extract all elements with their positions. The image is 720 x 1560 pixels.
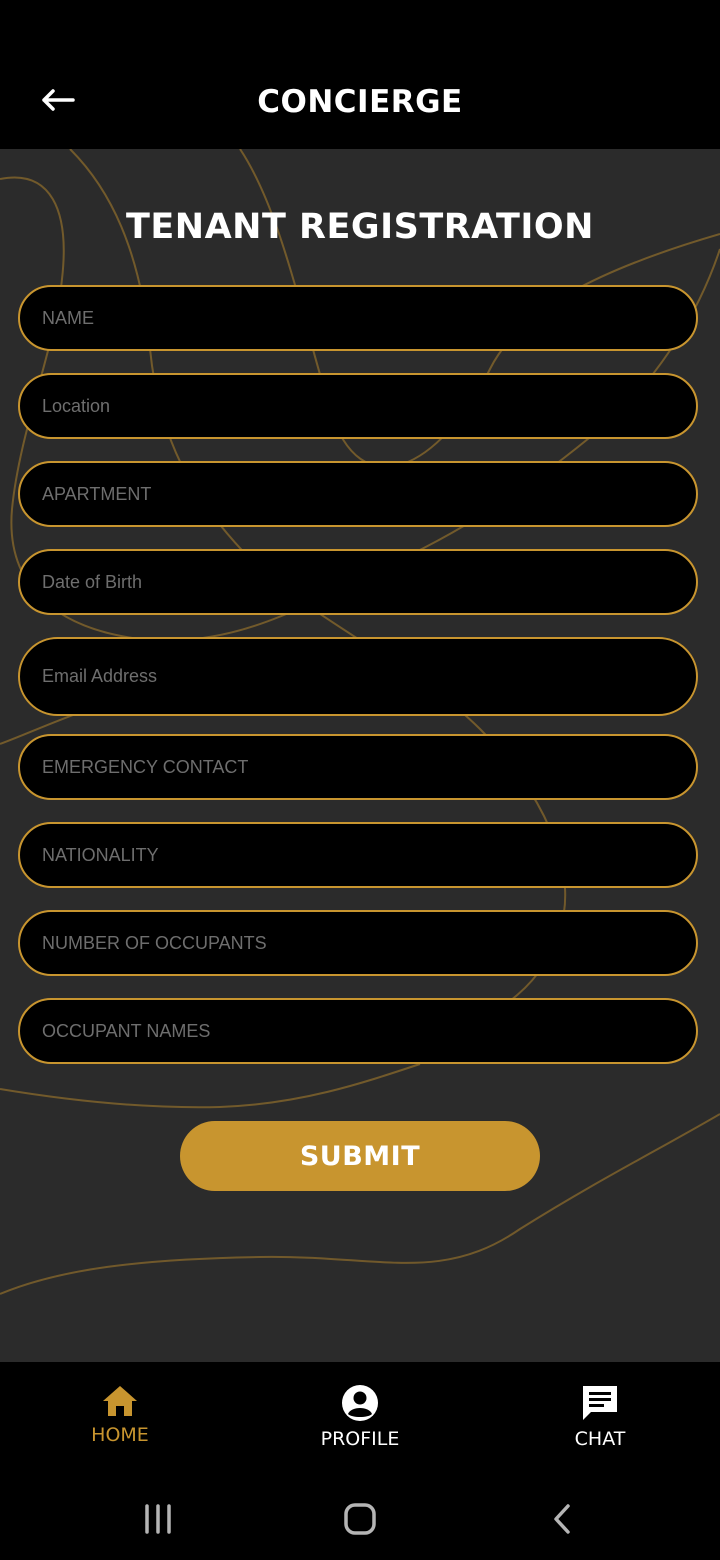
app-header: CONCIERGE xyxy=(0,0,720,149)
header-title: CONCIERGE xyxy=(257,84,463,120)
location-input[interactable] xyxy=(20,375,696,437)
email-input[interactable] xyxy=(20,639,696,714)
nav-label-chat: CHAT xyxy=(574,1428,626,1450)
back-chevron-icon xyxy=(554,1504,570,1534)
number-of-occupants-input[interactable] xyxy=(20,912,696,974)
nav-item-chat[interactable]: CHAT xyxy=(520,1384,680,1464)
home-icon xyxy=(103,1386,137,1416)
chat-icon xyxy=(583,1386,617,1420)
number-of-occupants-field[interactable] xyxy=(18,910,698,976)
apartment-input[interactable] xyxy=(20,463,696,525)
occupant-names-field[interactable] xyxy=(18,998,698,1064)
nav-label-home: HOME xyxy=(91,1424,149,1446)
location-field[interactable] xyxy=(18,373,698,439)
nav-item-home[interactable]: HOME xyxy=(40,1384,200,1464)
nationality-field[interactable] xyxy=(18,822,698,888)
bottom-nav: HOME PROFILE CHAT xyxy=(0,1362,720,1474)
date-of-birth-field[interactable] xyxy=(18,549,698,615)
apartment-field[interactable] xyxy=(18,461,698,527)
home-circle-icon xyxy=(344,1503,376,1535)
submit-button[interactable]: SUBMIT xyxy=(180,1121,540,1191)
emergency-contact-input[interactable] xyxy=(20,736,696,798)
home-circle-button[interactable] xyxy=(330,1496,390,1542)
nav-item-profile[interactable]: PROFILE xyxy=(280,1384,440,1464)
recent-apps-icon xyxy=(145,1504,171,1534)
name-input[interactable] xyxy=(20,287,696,349)
system-navigation-bar xyxy=(0,1474,720,1560)
recent-apps-button[interactable] xyxy=(128,1496,188,1542)
name-field[interactable] xyxy=(18,285,698,351)
profile-icon xyxy=(342,1385,378,1421)
nationality-input[interactable] xyxy=(20,824,696,886)
email-field[interactable] xyxy=(18,637,698,716)
occupant-names-input[interactable] xyxy=(20,1000,696,1062)
nav-label-profile: PROFILE xyxy=(320,1428,400,1450)
page-title: TENANT REGISTRATION xyxy=(126,207,594,247)
emergency-contact-field[interactable] xyxy=(18,734,698,800)
date-of-birth-input[interactable] xyxy=(20,551,696,613)
system-back-button[interactable] xyxy=(532,1496,592,1542)
